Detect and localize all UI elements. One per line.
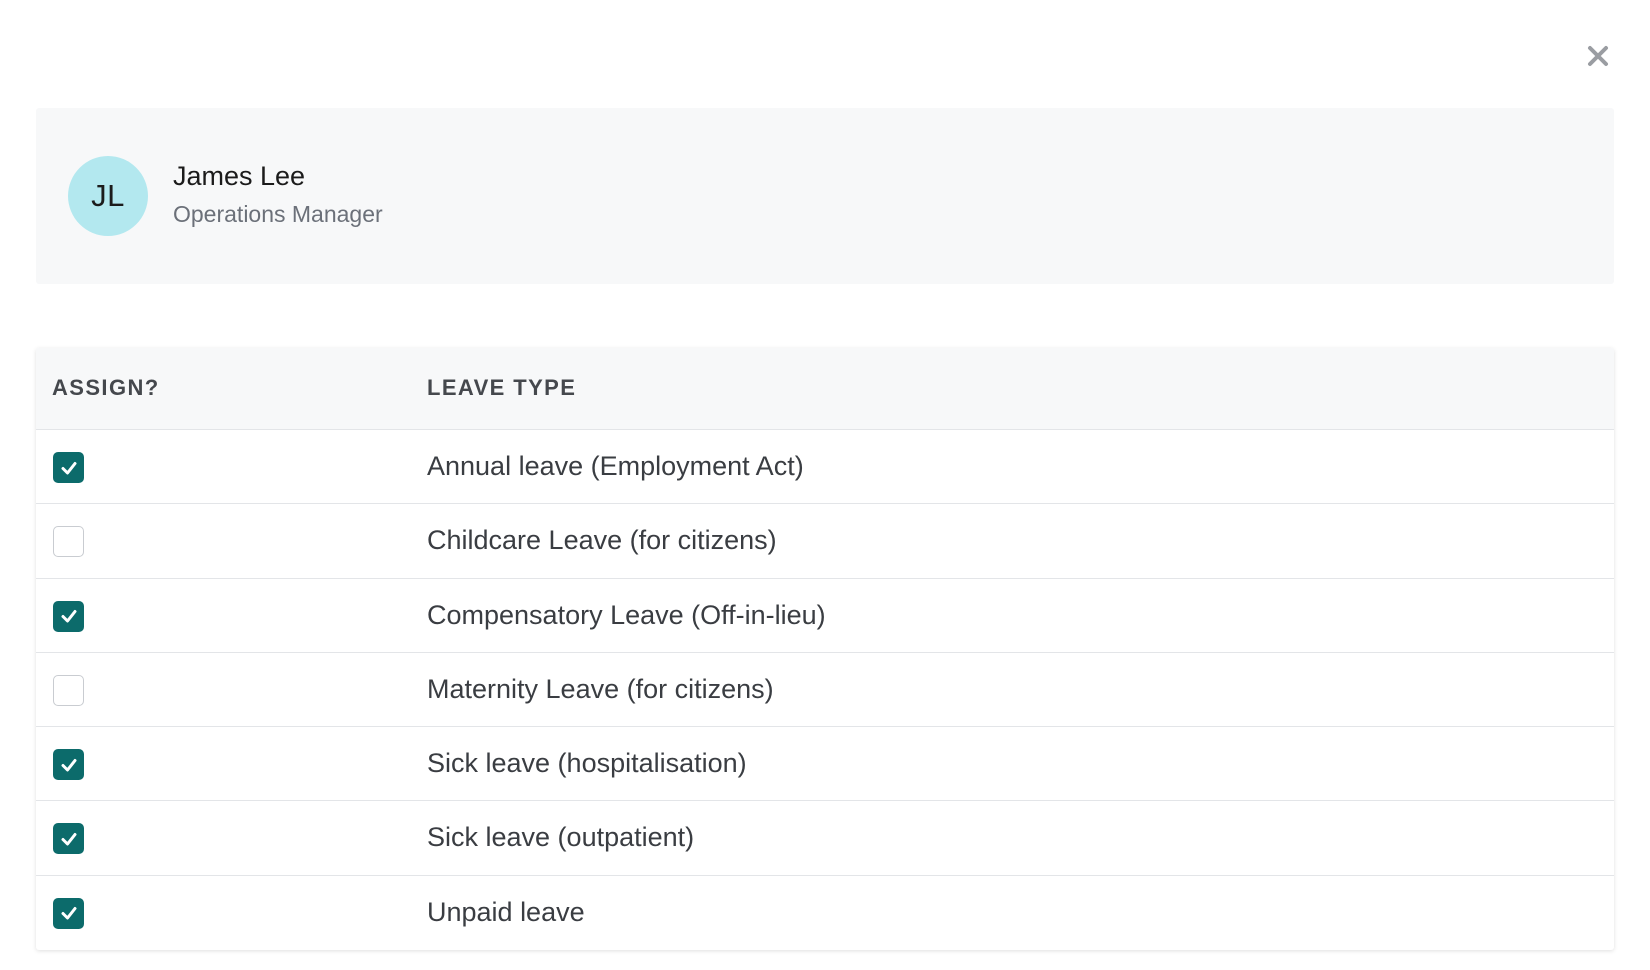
employee-role: Operations Manager bbox=[173, 201, 383, 227]
leave-type-label: Maternity Leave (for citizens) bbox=[427, 673, 774, 704]
employee-name: James Lee bbox=[173, 161, 306, 191]
check-icon bbox=[61, 461, 76, 474]
table-row: Sick leave (hospitalisation) bbox=[36, 727, 1614, 802]
table-row: Maternity Leave (for citizens) bbox=[36, 653, 1614, 728]
avatar: JL bbox=[68, 156, 148, 236]
assign-checkbox[interactable] bbox=[53, 674, 84, 706]
check-icon bbox=[61, 832, 76, 846]
column-header-assign: ASSIGN? bbox=[52, 375, 160, 400]
leave-type-label: Sick leave (hospitalisation) bbox=[427, 748, 747, 779]
close-button[interactable] bbox=[1582, 40, 1614, 72]
leave-type-label: Compensatory Leave (Off-in-lieu) bbox=[427, 599, 826, 630]
leave-type-label: Childcare Leave (for citizens) bbox=[427, 525, 777, 556]
table-row: Unpaid leave bbox=[36, 876, 1614, 950]
assign-checkbox[interactable] bbox=[53, 897, 84, 929]
check-icon bbox=[61, 758, 76, 772]
leave-type-label: Annual leave (Employment Act) bbox=[427, 451, 804, 481]
leave-type-table: ASSIGN? LEAVE TYPE Annual leave (Employm… bbox=[36, 348, 1614, 950]
assign-checkbox[interactable] bbox=[53, 749, 84, 781]
table-row: Sick leave (outpatient) bbox=[36, 801, 1614, 876]
employee-card: JL James Lee Operations Manager bbox=[36, 108, 1614, 284]
table-body: Annual leave (Employment Act) Childcare … bbox=[36, 430, 1614, 950]
assign-checkbox[interactable] bbox=[53, 526, 84, 558]
assign-leave-modal: JL James Lee Operations Manager ASSIGN? … bbox=[0, 0, 1650, 970]
assign-checkbox[interactable] bbox=[53, 600, 84, 632]
table-row: Childcare Leave (for citizens) bbox=[36, 504, 1614, 579]
close-icon bbox=[1588, 46, 1608, 66]
assign-checkbox[interactable] bbox=[53, 452, 84, 483]
leave-type-label: Unpaid leave bbox=[427, 896, 585, 927]
leave-type-label: Sick leave (outpatient) bbox=[427, 822, 695, 853]
column-header-leave-type: LEAVE TYPE bbox=[427, 375, 577, 400]
table-row: Compensatory Leave (Off-in-lieu) bbox=[36, 579, 1614, 653]
assign-checkbox[interactable] bbox=[53, 823, 84, 855]
check-icon bbox=[61, 907, 76, 920]
check-icon bbox=[61, 610, 76, 623]
table-row: Annual leave (Employment Act) bbox=[36, 430, 1614, 505]
table-header: ASSIGN? LEAVE TYPE bbox=[36, 348, 1614, 430]
